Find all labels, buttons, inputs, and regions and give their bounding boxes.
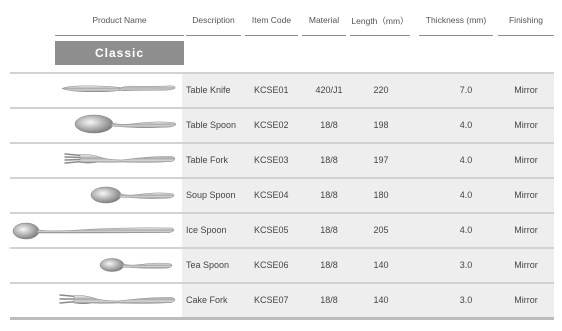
item-code-cell: KCSE07 <box>254 295 289 305</box>
length-cell: 205 <box>373 225 389 235</box>
header-length-label: Length（mm） <box>351 16 409 26</box>
product-image-cell <box>10 249 182 282</box>
material-cell: 18/8 <box>320 260 338 270</box>
description-cell: Table Spoon <box>186 120 237 130</box>
header-divider <box>186 35 241 36</box>
item-code-cell: KCSE01 <box>254 85 289 95</box>
material-cell: 18/8 <box>320 190 338 200</box>
row-data: Table Fork KCSE03 18/8 197 4.0 Mirror <box>182 144 554 177</box>
thickness-cell: 7.0 <box>459 85 473 95</box>
row-data: Ice Spoon KCSE05 18/8 205 4.0 Mirror <box>182 214 554 247</box>
section-badge-classic: Classic <box>55 41 184 65</box>
material-cell: 420/J1 <box>315 85 343 95</box>
length-cell: 140 <box>373 295 389 305</box>
product-image-cell <box>10 214 182 247</box>
row-data: Soup Spoon KCSE04 18/8 180 4.0 Mirror <box>182 179 554 212</box>
table-spoon-icon <box>74 114 177 134</box>
header-divider <box>245 35 298 36</box>
table-row: Soup Spoon KCSE04 18/8 180 4.0 Mirror <box>10 177 554 212</box>
item-code-cell: KCSE02 <box>254 120 289 130</box>
header-item-code-label: Item Code <box>251 15 292 25</box>
length-cell: 197 <box>373 155 389 165</box>
ice-spoon-icon <box>12 222 175 240</box>
description-cell: Cake Fork <box>186 295 228 305</box>
table-row: Cake Fork KCSE07 18/8 140 3.0 Mirror <box>10 282 554 317</box>
soup-spoon-icon <box>90 186 175 204</box>
table-row: Ice Spoon KCSE05 18/8 205 4.0 Mirror <box>10 212 554 247</box>
header-material-label: Material <box>308 15 340 25</box>
thickness-cell: 4.0 <box>459 155 473 165</box>
header-material: Material <box>302 0 346 36</box>
product-image-cell <box>10 179 182 212</box>
finishing-cell: Mirror <box>514 295 538 305</box>
description-cell: Tea Spoon <box>186 260 230 270</box>
description-cell: Table Fork <box>186 155 229 165</box>
finishing-cell: Mirror <box>514 225 538 235</box>
header-divider <box>302 35 346 36</box>
finishing-cell: Mirror <box>514 85 538 95</box>
product-image-cell <box>10 109 182 142</box>
material-cell: 18/8 <box>320 225 338 235</box>
item-code-cell: KCSE03 <box>254 155 289 165</box>
item-code-cell: KCSE06 <box>254 260 289 270</box>
row-data: Tea Spoon KCSE06 18/8 140 3.0 Mirror <box>182 249 554 282</box>
header-description-label: Description <box>192 15 235 25</box>
row-data: Table Spoon KCSE02 18/8 198 4.0 Mirror <box>182 109 554 142</box>
header-divider <box>350 35 410 36</box>
row-data: Cake Fork KCSE07 18/8 140 3.0 Mirror <box>182 284 554 317</box>
description-cell: Soup Spoon <box>186 190 236 200</box>
header-finishing: Finishing <box>498 0 554 36</box>
product-image-cell <box>10 284 182 317</box>
product-table: Table Knife KCSE01 420/J1 220 7.0 Mirror… <box>10 72 554 317</box>
thickness-cell: 3.0 <box>459 295 473 305</box>
table-fork-icon <box>64 153 176 164</box>
header-finishing-label: Finishing <box>508 15 544 25</box>
thickness-cell: 4.0 <box>459 190 473 200</box>
thickness-cell: 3.0 <box>459 260 473 270</box>
finishing-cell: Mirror <box>514 120 538 130</box>
description-cell: Table Knife <box>186 85 231 95</box>
length-cell: 220 <box>373 85 389 95</box>
material-cell: 18/8 <box>320 155 338 165</box>
finishing-cell: Mirror <box>514 190 538 200</box>
finishing-cell: Mirror <box>514 260 538 270</box>
thickness-cell: 4.0 <box>459 225 473 235</box>
table-row: Table Fork KCSE03 18/8 197 4.0 Mirror <box>10 142 554 177</box>
header-item-code: Item Code <box>245 0 298 36</box>
header-divider <box>498 35 554 36</box>
table-row: Table Knife KCSE01 420/J1 220 7.0 Mirror <box>10 72 554 107</box>
header-thickness: Thickness (mm) <box>419 0 493 36</box>
tea-spoon-icon <box>99 258 173 272</box>
length-cell: 140 <box>373 260 389 270</box>
header-thickness-label: Thickness (mm) <box>425 15 487 25</box>
header-description: Description <box>186 0 241 36</box>
finishing-cell: Mirror <box>514 155 538 165</box>
header-length: Length（mm） <box>350 0 410 36</box>
length-cell: 198 <box>373 120 389 130</box>
product-image-cell <box>10 144 182 177</box>
thickness-cell: 4.0 <box>459 120 473 130</box>
table-row: Tea Spoon KCSE06 18/8 140 3.0 Mirror <box>10 247 554 282</box>
item-code-cell: KCSE04 <box>254 190 289 200</box>
description-cell: Ice Spoon <box>186 225 227 235</box>
header-product-name-label: Product Name <box>92 15 147 25</box>
table-knife-icon <box>61 85 176 93</box>
header-product-name: Product Name <box>55 0 184 36</box>
row-data: Table Knife KCSE01 420/J1 220 7.0 Mirror <box>182 74 554 107</box>
table-row: Table Spoon KCSE02 18/8 198 4.0 Mirror <box>10 107 554 142</box>
header-divider <box>55 35 184 36</box>
item-code-cell: KCSE05 <box>254 225 289 235</box>
length-cell: 180 <box>373 190 389 200</box>
product-image-cell <box>10 74 182 107</box>
material-cell: 18/8 <box>320 120 338 130</box>
table-bottom-rule <box>10 317 554 320</box>
cake-fork-icon <box>59 294 176 304</box>
header-divider <box>419 35 493 36</box>
material-cell: 18/8 <box>320 295 338 305</box>
